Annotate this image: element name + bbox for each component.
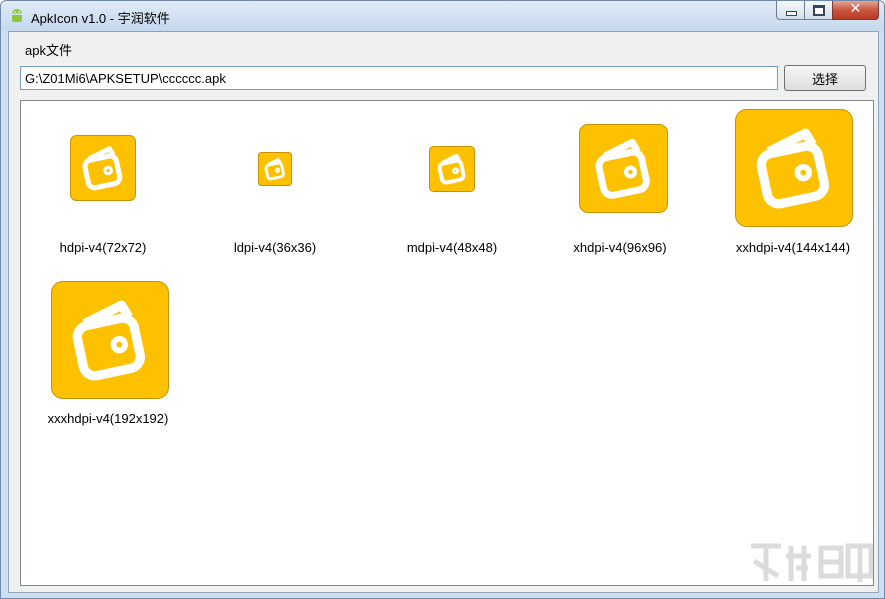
icon-tile-hdpi[interactable]: hdpi-v4(72x72) [21,101,191,261]
icon-label: hdpi-v4(72x72) [59,240,147,255]
icon-tile-xhdpi[interactable]: xhdpi-v4(96x96) [531,101,701,261]
window-title: ApkIcon v1.0 - 宇润软件 [31,11,170,26]
apk-path-input[interactable] [20,66,778,90]
client-area: apk文件 选择 hdpi-v4(72x72) [8,31,879,593]
title-bar[interactable]: ApkIcon v1.0 - 宇润软件 ✕ [1,1,884,31]
wallet-icon [258,152,292,186]
icon-tile-xxhdpi[interactable]: xxhdpi-v4(144x144) [701,101,871,261]
icon-tile-mdpi[interactable]: mdpi-v4(48x48) [361,101,531,261]
wallet-icon [70,135,136,201]
minimize-button[interactable] [776,1,804,20]
android-icon [11,9,23,22]
wallet-icon [429,146,475,192]
maximize-button[interactable] [804,1,832,20]
icon-tile-ldpi[interactable]: ldpi-v4(36x36) [191,101,361,261]
icon-tile-xxxhdpi[interactable]: xxxhdpi-v4(192x192) [21,271,191,431]
wallet-icon [51,281,169,399]
maximize-icon [813,5,825,16]
browse-button[interactable]: 选择 [784,65,866,91]
caption-buttons: ✕ [776,1,879,21]
wallet-icon [579,124,668,213]
icon-label: xhdpi-v4(96x96) [573,240,667,255]
icon-label: xxxhdpi-v4(192x192) [47,411,169,426]
app-window: ApkIcon v1.0 - 宇润软件 ✕ apk文件 选择 [0,0,885,599]
site-watermark-logo [751,543,874,582]
wallet-icon [735,109,853,227]
close-icon: ✕ [849,0,862,16]
icon-label: ldpi-v4(36x36) [233,240,317,255]
icon-preview-panel[interactable]: hdpi-v4(72x72) ldpi-v4(36x36) mdpi-v4(48… [20,100,874,586]
icon-label: xxhdpi-v4(144x144) [735,240,851,255]
close-button[interactable]: ✕ [832,1,879,20]
minimize-icon [786,11,797,16]
apk-file-label: apk文件 [25,43,72,58]
